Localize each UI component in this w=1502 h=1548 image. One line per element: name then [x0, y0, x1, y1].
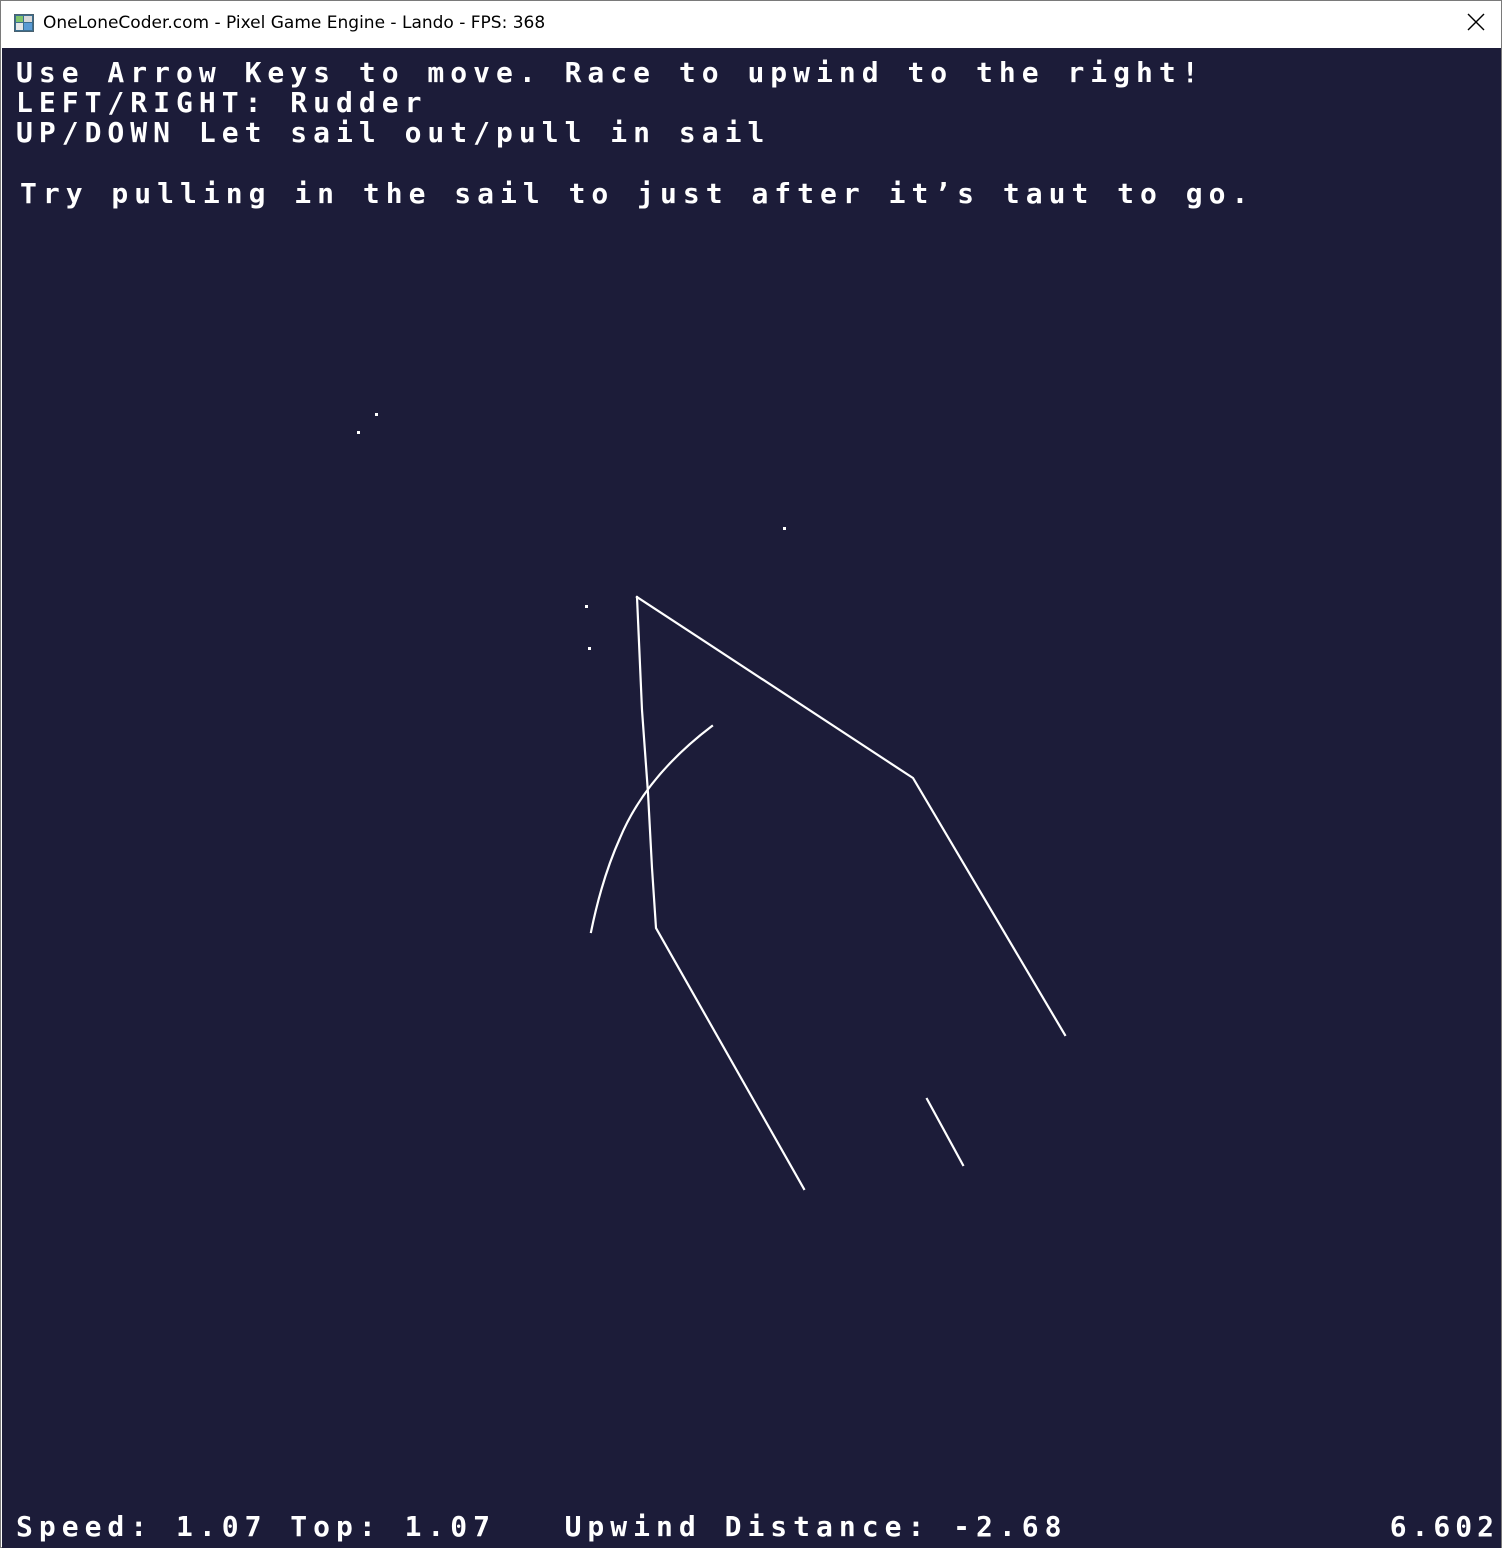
- hud-stats: Speed: 1.07 Top: 1.07 Upwind Distance: -…: [16, 1510, 1068, 1543]
- wind-particle: [375, 413, 378, 416]
- window-title: OneLoneCoder.com - Pixel Game Engine - L…: [43, 13, 546, 33]
- wind-particle: [585, 605, 588, 608]
- game-scene: [357, 413, 1067, 1191]
- boat-hull: [635, 595, 806, 1191]
- hud-timer: 6.602: [1389, 1510, 1499, 1543]
- boat-hull-bow: [635, 595, 1067, 1037]
- game-canvas[interactable]: Use Arrow Keys to move. Race to upwind t…: [2, 48, 1501, 1548]
- title-bar[interactable]: OneLoneCoder.com - Pixel Game Engine - L…: [1, 1, 1501, 47]
- wind-particle: [357, 431, 360, 434]
- wake-line: [925, 1097, 965, 1167]
- wind-particle: [783, 527, 786, 530]
- wind-particle: [588, 647, 591, 650]
- close-icon: [1467, 13, 1485, 35]
- close-button[interactable]: [1451, 1, 1501, 47]
- sail: [589, 724, 714, 934]
- app-icon: [13, 13, 35, 33]
- app-window: OneLoneCoder.com - Pixel Game Engine - L…: [0, 0, 1502, 1548]
